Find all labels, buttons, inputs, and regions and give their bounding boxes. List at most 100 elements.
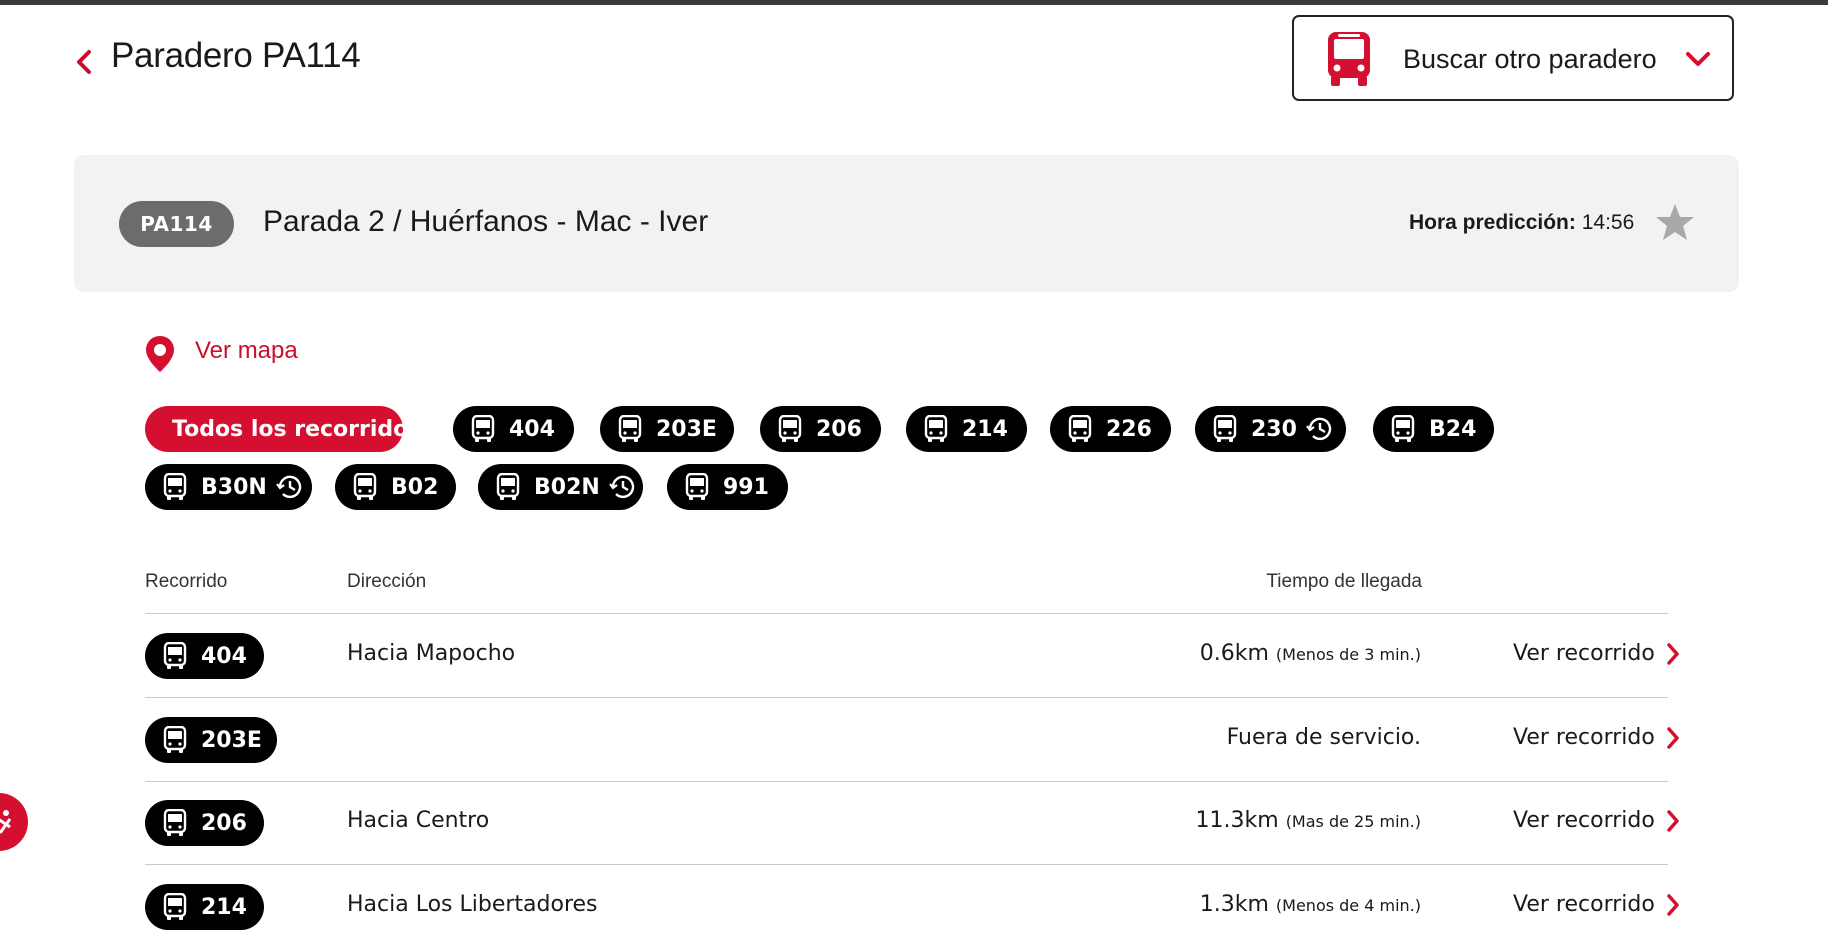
view-map-label: Ver mapa: [195, 337, 298, 364]
bus-icon: [353, 473, 377, 500]
chevron-down-icon: [1686, 52, 1710, 66]
filter-all-routes[interactable]: Todos los recorridos: [145, 406, 421, 452]
header-route: Recorrido: [145, 571, 228, 592]
route-number: 206: [201, 810, 247, 836]
header-arrival: Tiempo de llegada: [1266, 571, 1422, 592]
bus-icon: [1213, 415, 1237, 442]
chevron-left-icon[interactable]: [74, 48, 94, 76]
search-stop-dropdown[interactable]: Buscar otro paradero: [1292, 15, 1734, 101]
view-route-link[interactable]: Ver recorrido: [1513, 641, 1681, 666]
route-number: 404: [201, 643, 247, 669]
view-route-label: Ver recorrido: [1513, 892, 1655, 917]
route-label: B24: [1429, 416, 1477, 442]
bus-icon: [496, 473, 520, 500]
bus-icon: [163, 893, 187, 920]
route-label: 206: [816, 416, 862, 442]
route-label: 404: [509, 416, 555, 442]
prediction-value: 14:56: [1581, 211, 1635, 234]
bus-icon: [618, 415, 642, 442]
table-divider: [145, 697, 1668, 698]
route-number: 203E: [201, 727, 262, 753]
view-route-link[interactable]: Ver recorrido: [1513, 808, 1681, 833]
bus-icon: [163, 473, 187, 500]
view-route-label: Ver recorrido: [1513, 808, 1655, 833]
arrival-distance: 11.3km: [1195, 808, 1279, 833]
chevron-right-icon: [1667, 809, 1679, 832]
bus-icon: [924, 415, 948, 442]
arrival-time: Fuera de servicio.: [1227, 725, 1421, 750]
bus-icon: [1068, 415, 1092, 442]
bus-icon: [163, 642, 187, 669]
arrival-distance: Fuera de servicio.: [1226, 725, 1421, 750]
filter-route-chip[interactable]: 991: [667, 464, 788, 510]
filter-route-chip[interactable]: 203E: [600, 406, 734, 452]
filter-route-chip[interactable]: 226: [1050, 406, 1171, 452]
search-stop-label: Buscar otro paradero: [1403, 44, 1657, 74]
stop-info-card: PA114 Parada 2 / Huérfanos - Mac - Iver …: [74, 155, 1739, 292]
accessibility-icon: [0, 810, 12, 834]
filter-route-chip[interactable]: 206: [760, 406, 881, 452]
route-direction: Hacia Los Libertadores: [347, 892, 598, 917]
map-pin-icon: [146, 336, 174, 372]
chevron-right-icon: [1667, 726, 1679, 749]
filter-route-chip[interactable]: 214: [906, 406, 1027, 452]
route-badge[interactable]: 404: [145, 633, 264, 679]
filter-route-chip[interactable]: B24: [1373, 406, 1494, 452]
chevron-right-icon: [1667, 642, 1679, 665]
arrival-time: 1.3km (Menos de 4 min.): [1200, 892, 1421, 917]
filter-route-chip[interactable]: 230: [1195, 406, 1346, 452]
filter-route-chip[interactable]: B02: [335, 464, 456, 510]
table-divider: [145, 864, 1668, 865]
view-route-link[interactable]: Ver recorrido: [1513, 725, 1681, 750]
arrival-distance: 1.3km: [1199, 892, 1269, 917]
header-direction: Dirección: [347, 571, 427, 592]
bus-icon: [1391, 415, 1415, 442]
arrival-time: 0.6km (Menos de 3 min.): [1200, 641, 1421, 666]
arrival-note: (Menos de 3 min.): [1275, 645, 1421, 664]
bus-icon: [163, 726, 187, 753]
clock-history-icon: [275, 475, 301, 499]
stop-name: Parada 2 / Huérfanos - Mac - Iver: [263, 205, 709, 238]
route-badge[interactable]: 203E: [145, 717, 277, 763]
bus-icon: [163, 809, 187, 836]
filter-route-chip[interactable]: B30N: [145, 464, 312, 510]
route-label: B02N: [534, 474, 600, 500]
view-route-label: Ver recorrido: [1513, 725, 1655, 750]
arrival-note: (Menos de 4 min.): [1275, 896, 1421, 915]
table-divider: [145, 613, 1668, 614]
arrival-time: 11.3km (Mas de 25 min.): [1196, 808, 1421, 833]
arrival-note: (Mas de 25 min.): [1285, 812, 1421, 831]
route-label: 991: [723, 474, 769, 500]
stop-code-badge: PA114: [119, 201, 234, 247]
table-divider: [145, 781, 1668, 782]
filter-route-chip[interactable]: B02N: [478, 464, 643, 510]
route-label: 230: [1251, 416, 1297, 442]
filter-route-chip[interactable]: 404: [453, 406, 574, 452]
bus-icon: [1328, 32, 1370, 86]
accessibility-button[interactable]: [0, 793, 28, 851]
route-label: 203E: [656, 416, 717, 442]
route-badge[interactable]: 206: [145, 800, 264, 846]
route-label: 214: [962, 416, 1008, 442]
page-title: Paradero PA114: [111, 36, 361, 75]
route-direction: Hacia Mapocho: [347, 641, 516, 666]
route-label: B02: [391, 474, 439, 500]
view-route-label: Ver recorrido: [1513, 641, 1655, 666]
clock-history-icon: [608, 475, 634, 499]
route-number: 214: [201, 894, 247, 920]
arrival-distance: 0.6km: [1199, 641, 1269, 666]
bus-icon: [778, 415, 802, 442]
star-icon[interactable]: [1654, 201, 1696, 243]
bus-icon: [685, 473, 709, 500]
route-label: 226: [1106, 416, 1152, 442]
route-direction: Hacia Centro: [347, 808, 490, 833]
chevron-right-icon: [1667, 893, 1679, 916]
top-border: [0, 0, 1828, 5]
prediction-time: Hora predicción: 14:56: [1409, 211, 1634, 235]
view-route-link[interactable]: Ver recorrido: [1513, 892, 1681, 917]
route-badge[interactable]: 214: [145, 884, 264, 930]
route-label: B30N: [201, 474, 267, 500]
bus-icon: [471, 415, 495, 442]
prediction-label: Hora predicción:: [1409, 211, 1576, 234]
clock-history-icon: [1306, 417, 1332, 441]
